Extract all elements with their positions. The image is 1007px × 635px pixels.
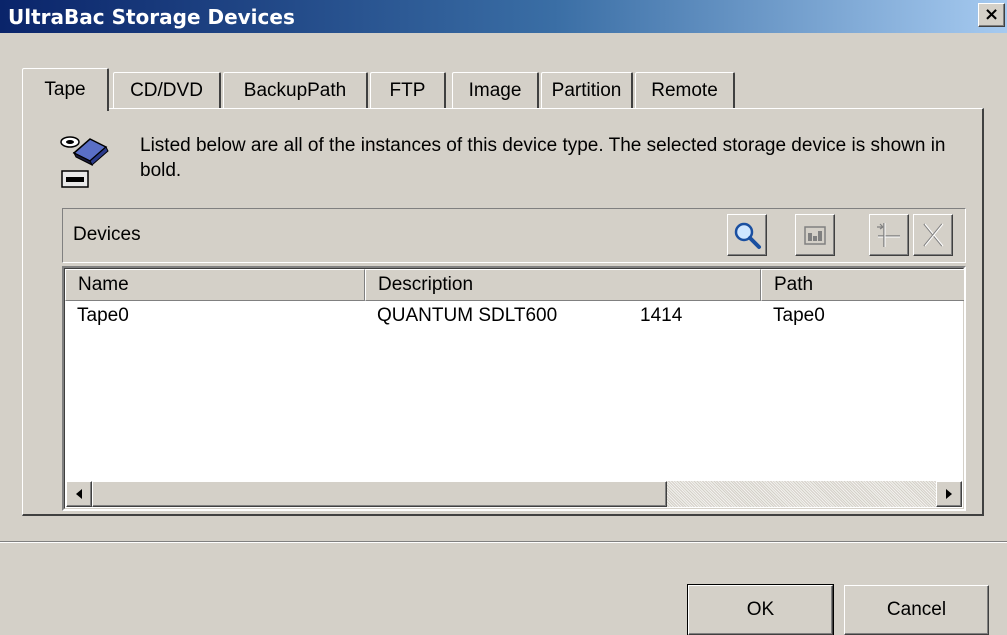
devices-label: Devices [73, 224, 141, 245]
tab-remote[interactable]: Remote [635, 72, 735, 108]
search-icon [734, 222, 761, 249]
tab-backuppath[interactable]: BackupPath [223, 72, 368, 108]
ok-button[interactable]: OK [687, 584, 834, 635]
add-device-button[interactable] [869, 214, 909, 256]
delete-icon [923, 223, 944, 247]
horizontal-scrollbar[interactable] [66, 481, 962, 507]
row-description: QUANTUM SDLT600 [377, 305, 558, 326]
tab-tape[interactable]: Tape [22, 68, 109, 111]
add-device-icon [877, 223, 900, 247]
search-button[interactable] [727, 214, 767, 256]
scroll-left-button[interactable] [66, 481, 92, 507]
window-title: UltraBac Storage Devices [8, 5, 295, 29]
column-header-name[interactable]: Name [65, 269, 365, 301]
row-revision: 1414 [640, 305, 683, 326]
separator [0, 541, 1007, 543]
arrow-left-icon [76, 489, 82, 499]
devices-toolbar: Devices [62, 208, 966, 263]
scroll-thumb[interactable] [92, 481, 667, 507]
tab-partition[interactable]: Partition [541, 72, 633, 108]
title-bar[interactable]: UltraBac Storage Devices × [0, 0, 1007, 33]
list-header: Name Description Path [65, 269, 964, 301]
row-name: Tape0 [77, 305, 129, 326]
column-header-description[interactable]: Description [365, 269, 761, 301]
tab-cd-dvd[interactable]: CD/DVD [113, 72, 221, 108]
close-button[interactable]: × [978, 3, 1005, 27]
device-list-inner: Name Description Path Tape0 QUANTUM SDLT… [64, 268, 964, 509]
arrow-right-icon [946, 489, 952, 499]
properties-icon [804, 226, 826, 245]
properties-button[interactable] [795, 214, 835, 256]
delete-button[interactable] [913, 214, 953, 256]
scroll-right-button[interactable] [936, 481, 962, 507]
tab-image[interactable]: Image [452, 72, 539, 108]
tape-drive-icon [60, 136, 109, 188]
column-header-path[interactable]: Path [761, 269, 964, 301]
row-path: Tape0 [773, 305, 825, 326]
info-text: Listed below are all of the instances of… [140, 135, 946, 181]
cancel-button[interactable]: Cancel [844, 585, 989, 635]
table-row[interactable]: Tape0 QUANTUM SDLT600 1414 Tape0 [65, 303, 963, 331]
close-icon: × [983, 4, 1000, 25]
tab-ftp[interactable]: FTP [370, 72, 446, 108]
device-list[interactable]: Name Description Path Tape0 QUANTUM SDLT… [62, 266, 966, 511]
